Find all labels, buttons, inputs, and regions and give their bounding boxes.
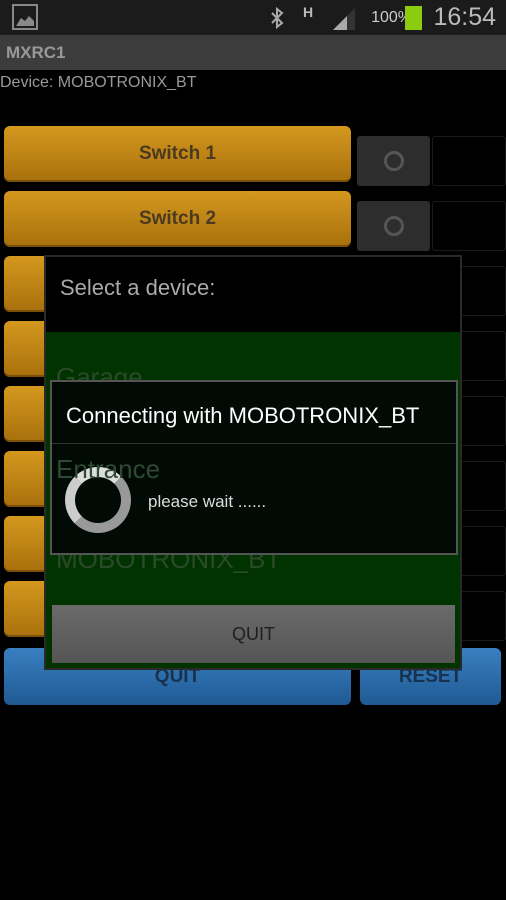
switch-2-button[interactable]: Switch 2 [4, 191, 351, 247]
app-title: MXRC1 [0, 35, 506, 70]
indicator-icon [383, 216, 404, 236]
dialog-quit-button[interactable]: QUIT [52, 605, 455, 663]
divider [52, 443, 456, 444]
indicator-icon [383, 151, 404, 171]
network-type: H [303, 4, 314, 20]
gallery-icon [12, 4, 38, 30]
status-cell [432, 201, 506, 251]
device-item[interactable]: Entrance [56, 454, 160, 485]
status-cell [432, 136, 506, 186]
bluetooth-icon [271, 7, 284, 29]
switch-2-toggle[interactable] [357, 201, 430, 251]
switch-1-button[interactable]: Switch 1 [4, 126, 351, 182]
device-label: Device: MOBOTRONIX_BT [0, 74, 197, 91]
progress-title: Connecting with MOBOTRONIX_BT [66, 403, 420, 428]
signal-icon [333, 8, 355, 30]
status-bar: H 100% 16:54 [0, 0, 506, 35]
progress-message: please wait ...... [148, 492, 267, 511]
clock: 16:54 [433, 3, 496, 31]
switch-1-toggle[interactable] [357, 136, 430, 186]
battery-icon [405, 6, 422, 30]
dialog-title: Select a device: [60, 275, 216, 300]
